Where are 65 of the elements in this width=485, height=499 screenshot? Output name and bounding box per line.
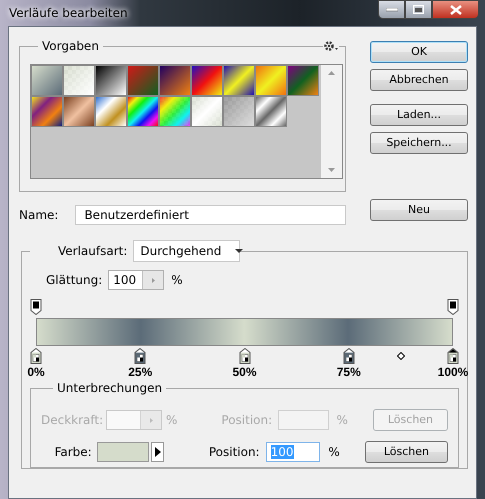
smoothness-field[interactable]: 100 bbox=[108, 270, 164, 290]
dialog-button[interactable]: Abbrechen bbox=[370, 69, 468, 91]
close-icon bbox=[450, 4, 462, 14]
opacity-field[interactable] bbox=[106, 410, 162, 430]
minimize-icon bbox=[386, 8, 398, 12]
opacity-label: Deckkraft: bbox=[41, 412, 101, 429]
delete-button[interactable]: Löschen bbox=[364, 441, 448, 463]
new-button[interactable]: Neu bbox=[370, 199, 468, 221]
color-swatch[interactable] bbox=[96, 442, 150, 462]
gradient-swatch[interactable] bbox=[63, 65, 95, 96]
opacity-stop[interactable] bbox=[30, 299, 42, 316]
gradient-swatch[interactable] bbox=[95, 96, 127, 127]
gradient-swatch[interactable] bbox=[63, 96, 95, 127]
unit-label: % bbox=[166, 412, 178, 429]
color-stop[interactable] bbox=[134, 348, 146, 365]
minimize-button[interactable] bbox=[378, 0, 405, 19]
dialog-button[interactable]: OK bbox=[370, 41, 468, 63]
name-label: Name: bbox=[19, 207, 58, 224]
gradient-swatch[interactable] bbox=[159, 65, 191, 96]
caret-icon bbox=[235, 249, 244, 253]
percent-label: 0% bbox=[27, 364, 45, 381]
gradient-swatch[interactable] bbox=[223, 65, 255, 96]
gradient-bar[interactable] bbox=[36, 318, 453, 346]
opacity-stop[interactable] bbox=[448, 299, 458, 316]
color-stop[interactable] bbox=[239, 348, 250, 365]
gradient-swatch[interactable] bbox=[159, 96, 191, 127]
color-stop[interactable] bbox=[343, 348, 354, 365]
position-label: Position: bbox=[221, 412, 272, 429]
gradient-swatch[interactable] bbox=[223, 96, 255, 127]
gradient-swatch[interactable] bbox=[287, 65, 319, 96]
scrollbar[interactable] bbox=[321, 65, 342, 178]
gradient-swatch[interactable] bbox=[191, 96, 223, 127]
dialog-button[interactable]: Laden... bbox=[370, 104, 468, 126]
percent-label: 75% bbox=[336, 364, 361, 381]
dialog-button[interactable]: Speichern... bbox=[370, 132, 468, 154]
unit-label: % bbox=[328, 444, 340, 461]
position-label: Position: bbox=[208, 444, 260, 461]
gradient-type-label: Verlaufsart: bbox=[30, 242, 134, 260]
window-title: Verläufe bearbeiten bbox=[9, 5, 128, 22]
scroll-down-icon[interactable] bbox=[328, 168, 335, 172]
percent-label: 25% bbox=[128, 364, 152, 381]
color-label: Farbe: bbox=[54, 444, 92, 461]
group-label: Unterbrechungen bbox=[53, 381, 166, 396]
color-stop[interactable] bbox=[30, 348, 42, 365]
unit-label: % bbox=[336, 412, 348, 429]
name-field[interactable]: Benutzerdefiniert bbox=[75, 205, 346, 225]
gradient-swatch[interactable] bbox=[127, 96, 159, 127]
gradient-swatch[interactable] bbox=[191, 65, 223, 96]
maximize-button[interactable] bbox=[405, 0, 432, 19]
close-button[interactable] bbox=[432, 0, 479, 19]
gradient-swatch[interactable] bbox=[255, 96, 287, 127]
maximize-icon bbox=[413, 5, 424, 14]
scroll-up-icon[interactable] bbox=[328, 71, 335, 75]
gradient-swatch[interactable] bbox=[95, 65, 127, 96]
unit-label: % bbox=[171, 272, 183, 289]
gradient-swatch[interactable] bbox=[255, 65, 287, 96]
percent-label: 50% bbox=[232, 364, 257, 381]
group-label: Vorgaben bbox=[38, 39, 103, 54]
gradient-type-dropdown[interactable]: Durchgehend bbox=[133, 240, 240, 262]
percent-label: 100% bbox=[438, 364, 468, 381]
gradient-swatch[interactable] bbox=[31, 65, 63, 96]
color-stop[interactable] bbox=[448, 348, 458, 365]
gradient-swatch[interactable] bbox=[127, 65, 159, 96]
smoothness-label: Glättung: bbox=[45, 272, 102, 289]
gradient-swatch[interactable] bbox=[31, 96, 63, 127]
